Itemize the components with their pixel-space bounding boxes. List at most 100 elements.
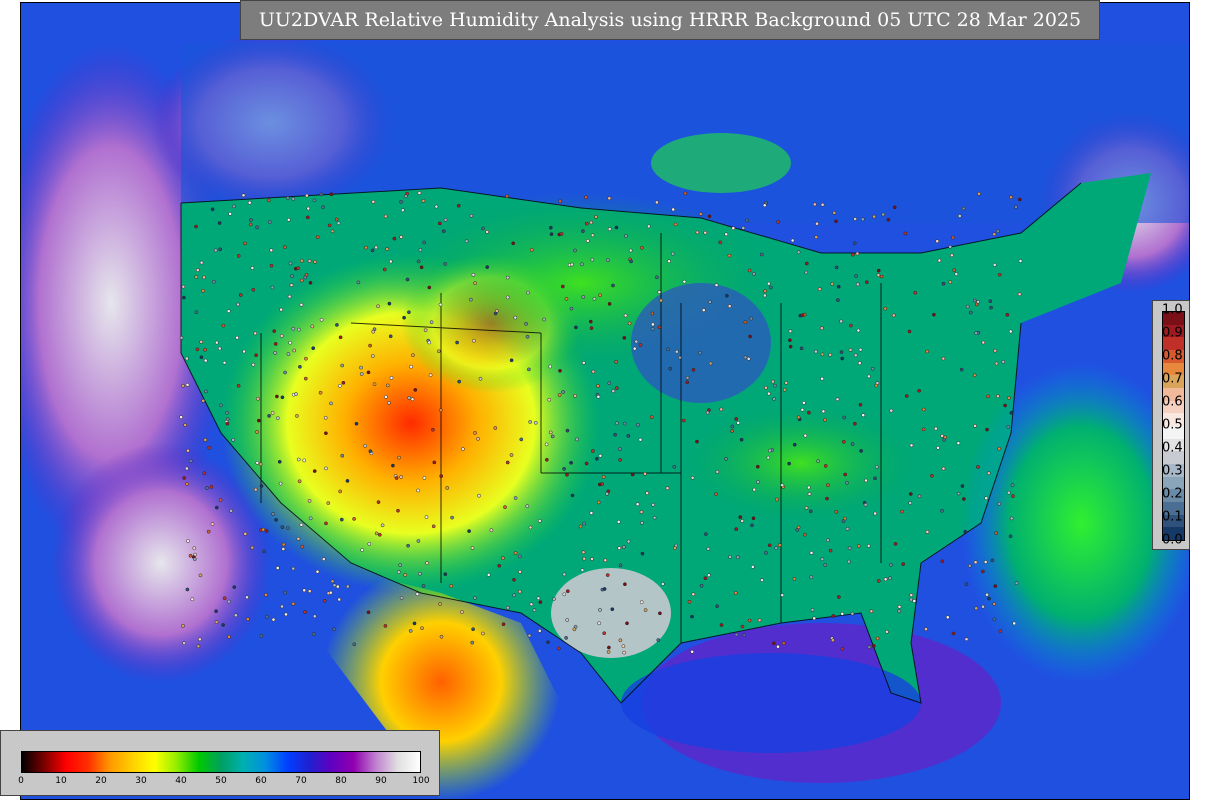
obs-station-dot [399,475,403,479]
obs-station-dot [560,284,565,289]
obs-station-dot [512,577,516,582]
obs-station-dot [1008,534,1013,539]
obs-station-dot [889,562,893,567]
obs-station-dot [627,321,632,326]
obs-station-dot [308,280,313,285]
obs-station-dot [886,217,891,222]
obs-station-dot [559,232,564,236]
obs-station-dot [226,309,231,313]
obs-station-dot [192,557,197,561]
obs-station-dot [968,310,973,315]
obs-station-dot [291,566,296,571]
obs-station-dot [872,214,876,219]
obs-station-dot [185,482,189,486]
obs-station-dot [651,322,655,327]
obs-station-dot [974,302,979,307]
obs-station-dot [741,226,746,230]
obs-station-dot [594,215,598,219]
obs-station-dot [591,369,596,374]
obs-station-dot [210,207,215,212]
obs-station-dot [937,258,942,263]
obs-station-dot [371,199,376,204]
obs-station-dot [575,437,579,442]
obs-station-dot [431,524,436,529]
obs-station-dot [994,361,999,366]
obs-station-dot [246,617,250,621]
obs-station-dot [410,397,415,402]
obs-station-dot [908,501,913,505]
obs-station-dot [209,485,214,489]
obs-station-dot [253,331,258,336]
obs-station-dot [570,262,574,267]
obs-station-dot [291,601,296,606]
obs-station-dot [950,253,954,258]
obs-station-dot [418,248,423,252]
obs-station-dot [607,196,612,201]
obs-station-dot [751,516,756,521]
obs-station-dot [921,407,926,412]
obs-station-dot [439,474,444,478]
obs-station-dot [690,475,695,480]
obs-station-dot [337,597,342,602]
obs-station-dot [421,584,426,588]
obs-station-dot [315,235,320,239]
obs-station-dot [940,559,945,564]
obs-station-dot [634,339,639,344]
obs-station-dot [602,631,607,636]
obs-station-dot [841,439,846,444]
obs-station-dot [179,335,184,340]
obs-station-dot [210,522,215,526]
obs-station-dot [780,483,785,487]
obs-station-dot [735,555,740,560]
obs-station-dot [581,550,586,555]
obs-station-dot [277,459,282,464]
obs-station-dot [621,644,626,649]
obs-station-dot [330,579,335,584]
obs-station-dot [814,349,818,354]
obs-station-dot [715,470,720,474]
obs-station-dot [548,364,553,369]
obs-station-dot [960,484,965,488]
obs-station-dot [294,392,298,396]
obs-station-dot [812,202,817,207]
obs-station-dot [645,491,649,495]
obs-station-dot [683,191,688,196]
obs-station-dot [590,257,595,262]
obs-station-dot [267,414,271,418]
obs-station-dot [183,423,187,427]
obs-station-dot [733,591,738,595]
obs-station-dot [823,563,828,567]
obs-station-dot [690,649,694,654]
obs-station-dot [198,637,202,642]
obs-station-dot [687,599,692,604]
obs-station-dot [486,573,491,577]
obs-station-dot [876,268,881,273]
obs-station-dot [703,576,708,581]
obs-station-dot [666,347,670,352]
obs-station-dot [416,259,421,264]
obs-station-dot [565,428,570,433]
obs-station-dot [256,396,260,401]
obs-station-dot [572,627,577,632]
obs-station-dot [232,204,236,209]
obs-station-dot [780,593,785,597]
obs-station-dot [842,415,847,420]
obs-station-dot [501,556,505,561]
obs-station-dot [457,379,462,384]
obs-station-dot [275,566,280,570]
obs-station-dot [607,381,612,386]
obs-station-dot [565,472,569,477]
rh-tick-label: 0 [18,776,24,786]
obs-station-dot [854,274,858,278]
obs-station-dot [1014,581,1019,586]
obs-station-dot [267,220,272,224]
obs-station-dot [638,437,643,442]
obs-station-dot [834,219,838,224]
obs-station-dot [714,492,718,497]
obs-station-dot [616,520,621,524]
obs-station-dot [987,596,991,601]
obs-station-dot [819,326,824,331]
obs-station-dot [656,638,661,642]
obs-station-dot [853,217,857,221]
obs-station-dot [632,346,637,351]
